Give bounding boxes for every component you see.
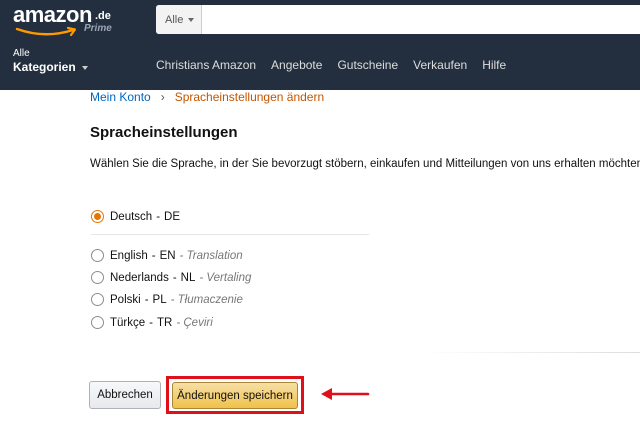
page-title: Spracheinstellungen — [90, 124, 238, 141]
language-option-nl[interactable]: Nederlands - NL - Vertaling — [91, 271, 251, 284]
language-option-tr[interactable]: Türkçe - TR - Çeviri — [91, 316, 213, 329]
chevron-down-icon — [81, 66, 88, 70]
language-code: DE — [164, 210, 181, 223]
language-translation: - Vertaling — [199, 271, 252, 284]
radio-button[interactable] — [91, 293, 104, 306]
language-dash: - — [172, 271, 177, 284]
language-translation-word: Tłumaczenie — [177, 293, 243, 306]
logo-prime: Prime — [84, 23, 112, 34]
language-dash: - — [144, 293, 149, 306]
language-translation: - Çeviri — [176, 316, 213, 329]
nav-item-help[interactable]: Hilfe — [482, 58, 506, 72]
language-code: EN — [159, 249, 176, 262]
nav-item-account[interactable]: Christians Amazon — [156, 58, 256, 72]
breadcrumb-my-account[interactable]: Mein Konto — [90, 90, 151, 104]
all-categories-line1: Alle — [13, 48, 30, 59]
cancel-button[interactable]: Abbrechen — [89, 381, 161, 409]
page-description: Wählen Sie die Sprache, in der Sie bevor… — [90, 158, 640, 170]
nav-item-coupons[interactable]: Gutscheine — [337, 58, 398, 72]
language-dash: - — [149, 316, 153, 329]
search-category-label: Alle — [165, 13, 184, 26]
all-categories-line2: Kategorien — [13, 60, 76, 74]
language-code: PL — [152, 293, 167, 306]
language-translation: - Tłumaczenie — [170, 293, 243, 306]
search-category-dropdown[interactable]: Alle — [156, 5, 202, 34]
content-box-edge — [420, 352, 640, 353]
nav-item-deals[interactable]: Angebote — [271, 58, 322, 72]
logo-tld: .de — [95, 10, 111, 22]
radio-button[interactable] — [91, 271, 104, 284]
breadcrumb-separator: › — [160, 90, 165, 104]
language-translation: - Translation — [179, 249, 243, 262]
language-option-pl[interactable]: Polski - PL - Tłumaczenie — [91, 293, 243, 306]
language-option-en[interactable]: English - EN - Translation — [91, 249, 243, 262]
language-name: Polski — [110, 293, 141, 306]
language-name: Nederlands — [110, 271, 169, 284]
language-code: NL — [180, 271, 196, 284]
top-header: amazon .de Prime Alle Alle Kategorien Ch… — [0, 0, 640, 90]
radio-button[interactable] — [91, 316, 104, 329]
language-dash: - — [151, 249, 156, 262]
logo-word: amazon — [13, 2, 92, 27]
radio-button[interactable] — [91, 249, 104, 262]
language-name: Deutsch — [110, 210, 153, 223]
nav-item-sell[interactable]: Verkaufen — [413, 58, 467, 72]
language-name: English — [110, 249, 148, 262]
divider — [91, 234, 369, 235]
radio-button[interactable] — [91, 210, 104, 223]
breadcrumb: Mein Konto › Spracheinstellungen ändern — [90, 90, 324, 104]
language-translation-word: Vertaling — [206, 271, 252, 284]
nav-bar: Christians Amazon Angebote Gutscheine Ve… — [156, 58, 521, 72]
language-dash: - — [156, 210, 161, 223]
language-code: TR — [157, 316, 173, 329]
search-input[interactable] — [203, 5, 640, 34]
arrow-left-icon — [321, 388, 370, 400]
save-changes-button[interactable]: Änderungen speichern — [172, 382, 298, 409]
logo-smile-icon — [15, 26, 77, 37]
language-translation-word: Translation — [186, 249, 243, 262]
language-option-de[interactable]: Deutsch - DE — [91, 210, 180, 223]
breadcrumb-current[interactable]: Spracheinstellungen ändern — [175, 90, 324, 104]
chevron-down-icon — [188, 17, 195, 22]
language-name: Türkçe — [110, 316, 146, 329]
search-bar: Alle — [156, 5, 640, 34]
amazon-logo[interactable]: amazon .de Prime — [13, 2, 123, 42]
all-categories-menu[interactable]: Alle Kategorien — [13, 48, 88, 74]
language-translation-word: Çeviri — [183, 316, 213, 329]
